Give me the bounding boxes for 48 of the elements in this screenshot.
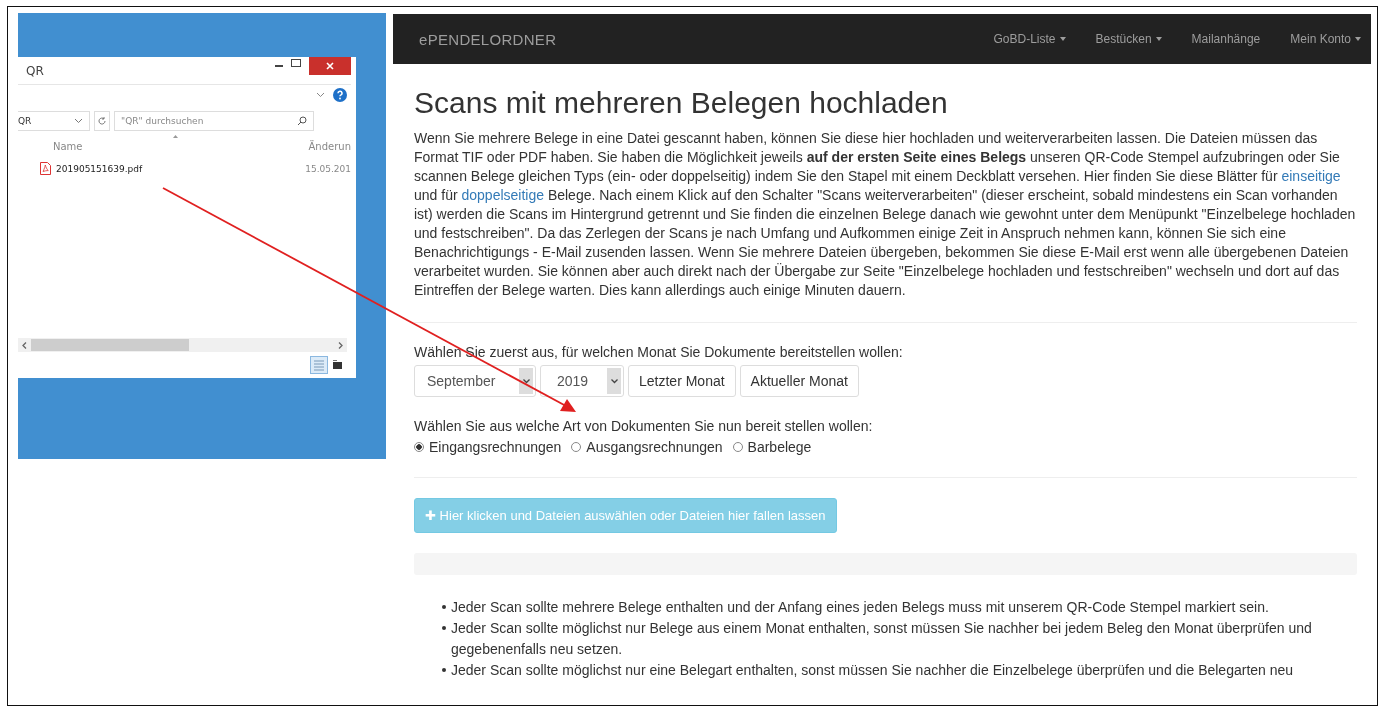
chevron-icon (610, 378, 618, 384)
file-item[interactable]: 201905151639.pdf (40, 162, 143, 175)
caret-icon (1355, 37, 1361, 41)
scroll-left-icon[interactable] (22, 341, 27, 349)
help-icon[interactable] (333, 88, 347, 102)
radio-option[interactable]: Barbelege (732, 439, 812, 455)
hint-item: Jeder Scan sollte möglichst nur Belege aus einem Monat enthalten, sonst müssen Sie nachher bei jedem Beleg den Monat überprüfen und gegebenenfalls neu setzen. (434, 618, 1357, 660)
link[interactable]: einseitige (1281, 168, 1341, 184)
nav-menu-item[interactable]: Mein Konto (1290, 32, 1361, 46)
month-button[interactable]: Aktueller Monat (739, 365, 859, 397)
hint-item: Jeder Scan sollte mehrere Belege enthalten und der Anfang eines jeden Belegs muss mit unserem QR-Code Stempel markiert sein. (434, 597, 1357, 618)
column-header[interactable]: Änderun (308, 141, 351, 152)
nav-menu-item[interactable]: Mailanhänge (1191, 32, 1261, 46)
nav-menu-item[interactable]: GoBD-Liste (993, 32, 1066, 46)
page-heading: Scans mit mehreren Belegen hochladen (414, 86, 949, 120)
radio-option[interactable]: Ausgangsrechnungen (571, 439, 723, 455)
refresh-button[interactable] (94, 111, 110, 131)
refresh-icon (97, 116, 107, 126)
link[interactable]: doppelseitige (461, 187, 544, 203)
document-type-prompt: Wählen Sie aus welche Art von Dokumenten Sie nun bereit stellen wollen: (414, 417, 874, 435)
maximize-button[interactable] (291, 59, 301, 67)
scroll-right-icon[interactable] (338, 341, 343, 349)
hint-item: Jeder Scan sollte möglichst nur eine Belegart enthalten, sonst müssen Sie nachher die Einzelbelege überprüfen und die Belegarten neu (434, 660, 1357, 681)
close-button[interactable] (309, 57, 351, 75)
month-button[interactable]: Letzter Monat (628, 365, 736, 397)
caret-icon (1155, 37, 1162, 41)
chevron-icon (74, 118, 83, 124)
column-header[interactable]: Name (53, 141, 83, 152)
intro-paragraph: Wenn Sie mehrere Belege in eine Datei gescannt haben, können Sie diese hier hochladen und weiterverarbeiten lassen. Die Dateien müssen das Format TIF oder PDF haben. Sie haben die Möglichkeit jeweils auf der ersten Seite eines Belegs unseren QR-Code Stempel aufzubringen oder Sie scannen Belege gleichen Typs (ein- oder doppelseitig) indem Sie den Stapel mit einem Deckblatt versehen. Hier finden Sie diese Blätter für einseitige und für doppelseitige Belege. Nach einem Klick auf den Schalter "Scans weiterverarbeiten" (dieser erscheint, sobald mindestens ein Scan vorhanden ist) werden die Scans im Hintergrund getrennt und Sie finden die einzelnen Belege danach wie gewohnt unter dem Menüpunkt "Einzelbelege hochladen und festschreiben". Da das Zerlegen der Scans je nach Umfang und Aufkommen einige Zeit in Anspruch nehmen kann, können Sie sich eine Benachrichtigungs - E-Mail zusenden lassen. Wenn Sie mehrere Dateien übergeben, bekommen Sie diese E-Mail erst wenn alle übergebenen Dateien verarbeitet wurden. Sie können aber auch direkt nach der Übergabe zur Seite "Einzelbelege hochladen und festschreiben" wechseln und dort auf das Eintreffen der Belege warten. Dies kann allerdings auch einige Minuten dauern. (414, 129, 1357, 300)
month-prompt: Wählen Sie zuerst aus, für welchen Monat Sie Dokumente bereitstellen wollen: (414, 343, 904, 361)
close-icon (325, 61, 335, 71)
year-select[interactable]: 2019 (540, 365, 624, 397)
search-icon (297, 116, 307, 126)
search-field[interactable]: "QR" durchsuchen (114, 111, 314, 131)
thumbnail-view-icon[interactable] (332, 360, 343, 370)
window-title: QR (26, 63, 44, 78)
sort-icon (173, 134, 178, 138)
brand-link[interactable]: ePENDELORDNER (419, 30, 557, 48)
file-date: 15.05.201 (305, 163, 351, 174)
address-bar[interactable]: QR (18, 111, 90, 131)
chevron-icon (522, 378, 530, 384)
nav-menu-item[interactable]: Bestücken (1095, 32, 1162, 46)
horizontal-scrollbar[interactable] (18, 338, 347, 352)
pdf-file-icon (40, 162, 51, 175)
radio-option[interactable]: Eingangsrechnungen (414, 439, 562, 455)
chevron-icon[interactable] (316, 92, 325, 98)
caret-icon (1059, 37, 1066, 41)
month-select[interactable]: September (414, 365, 536, 397)
